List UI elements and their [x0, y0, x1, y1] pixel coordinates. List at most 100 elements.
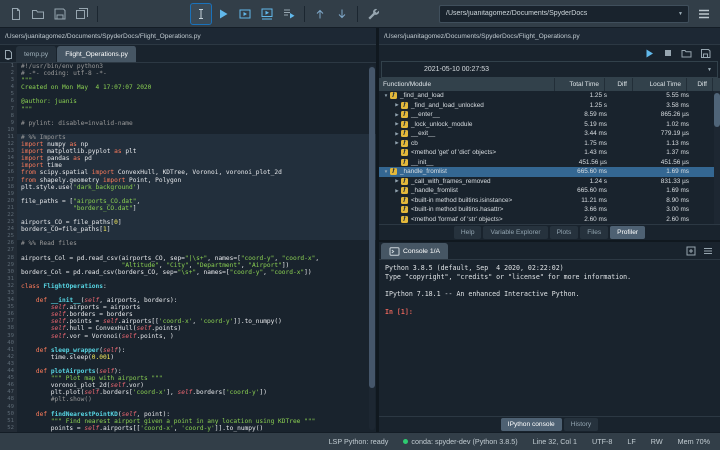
line-number[interactable]: 35 — [0, 304, 17, 312]
line-number[interactable]: 23 — [0, 219, 17, 227]
profile-run-button[interactable] — [644, 48, 655, 59]
code-line[interactable]: 25 — [0, 233, 376, 241]
code-line[interactable]: 11 # %% Imports — [0, 133, 376, 142]
code-line[interactable]: 10 — [0, 126, 376, 134]
run-cell-button[interactable] — [234, 3, 256, 25]
open-file-button[interactable] — [27, 3, 49, 25]
code-line[interactable]: 14 import pandas as pd — [0, 155, 376, 163]
profiler-row[interactable]: f_lock_unlock_module 5.19 ms 1.02 ms — [379, 120, 720, 130]
line-number[interactable]: 6 — [0, 98, 17, 106]
profiler-row[interactable]: f_handle_fromlist 665.60 ms 1.69 ms — [379, 167, 720, 177]
column-total-time[interactable]: Total Time — [555, 78, 605, 91]
tab-flight-operations-py[interactable]: Flight_Operations.py — [57, 46, 137, 62]
line-number[interactable]: 25 — [0, 233, 17, 241]
expand-arrow-icon[interactable] — [382, 169, 390, 174]
expand-arrow-icon[interactable] — [393, 140, 401, 146]
pane-tab-profiler[interactable]: Profiler — [610, 226, 646, 239]
code-line[interactable]: 6 @author: juanis — [0, 98, 376, 106]
pane-tab-files[interactable]: Files — [580, 226, 609, 239]
line-number[interactable]: 12 — [0, 141, 17, 149]
code-line[interactable]: 5 — [0, 91, 376, 99]
code-line[interactable]: 22 — [0, 211, 376, 220]
code-line[interactable]: 37 self.points = self.airports[['coord-x… — [0, 318, 376, 326]
code-line[interactable]: 2 # -*- coding: utf-8 -*- — [0, 70, 376, 78]
line-number[interactable]: 16 — [0, 169, 17, 177]
expand-arrow-icon[interactable] — [393, 112, 401, 118]
scrollbar-thumb[interactable] — [714, 93, 720, 127]
column-local-time[interactable]: Local Time — [633, 78, 687, 91]
pane-tab-ipython-console[interactable]: IPython console — [500, 418, 562, 431]
code-line[interactable]: 30 borders_Col = pd.read_csv(borders_CO, … — [0, 268, 376, 276]
profile-stop-button[interactable] — [663, 48, 673, 58]
code-line[interactable]: 20 file_paths = ["airports_CO.dat", — [0, 197, 376, 205]
line-number[interactable]: 50 — [0, 410, 17, 418]
code-line[interactable]: 15 import time — [0, 162, 376, 170]
code-line[interactable]: 4 Created on Mon May 4 17:07:07 2020 — [0, 84, 376, 92]
line-number[interactable]: 46 — [0, 382, 17, 390]
line-number[interactable]: 36 — [0, 311, 17, 319]
line-number[interactable]: 32 — [0, 282, 17, 290]
line-number[interactable]: 4 — [0, 84, 17, 92]
pane-tab-history[interactable]: History — [563, 418, 599, 431]
code-line[interactable]: 26 # %% Read files — [0, 240, 376, 248]
env-status[interactable]: conda: spyder-dev (Python 3.8.5) — [403, 437, 518, 446]
save-button[interactable] — [49, 3, 71, 25]
profiler-row[interactable]: fcb 1.75 ms 1.13 ms — [379, 139, 720, 149]
line-number[interactable]: 33 — [0, 290, 17, 298]
code-line[interactable]: 48 #plt.show() — [0, 396, 376, 404]
line-number[interactable]: 34 — [0, 297, 17, 305]
run-selection-button[interactable] — [278, 3, 300, 25]
line-number[interactable]: 5 — [0, 91, 17, 99]
code-line[interactable]: 17 from shapely.geometry import Point, Po… — [0, 176, 376, 184]
console-output[interactable]: Python 3.8.5 (default, Sep 4 2020, 02:22… — [379, 260, 720, 416]
profiler-file-path[interactable]: /Users/juanitagomez/Documents/SpyderDocs… — [379, 28, 720, 45]
profiler-row[interactable]: f_call_with_frames_removed 1.24 s 831.33 µ… — [379, 177, 720, 187]
line-number[interactable]: 31 — [0, 275, 17, 283]
expand-arrow-icon[interactable] — [393, 102, 401, 108]
run-cell-advance-button[interactable] — [256, 3, 278, 25]
profiler-row[interactable]: f __init__ 451.56 µs 451.56 µs — [379, 158, 720, 168]
code-line[interactable]: 42 time.sleep(0.001) — [0, 353, 376, 361]
line-number[interactable]: 7 — [0, 105, 17, 113]
editor-scrollbar[interactable] — [369, 65, 375, 430]
code-line[interactable]: 31 — [0, 275, 376, 283]
expand-arrow-icon[interactable] — [393, 178, 401, 184]
code-line[interactable]: 41 def sleep_wrapper(self): — [0, 346, 376, 354]
code-line[interactable]: 27 — [0, 247, 376, 255]
profile-open-button[interactable] — [681, 48, 692, 59]
line-number[interactable]: 2 — [0, 70, 17, 78]
code-line[interactable]: 9 # pylint: disable=invalid-name — [0, 119, 376, 127]
profiler-row[interactable]: f_handle_fromlist 665.60 ms 1.69 ms — [379, 186, 720, 196]
line-number[interactable]: 47 — [0, 389, 17, 397]
code-line[interactable]: 39 self.vor = Voronoi(self.points, ) — [0, 332, 376, 340]
line-number[interactable]: 11 — [0, 133, 17, 142]
options-menu-button[interactable] — [693, 3, 715, 25]
line-number[interactable]: 43 — [0, 360, 17, 369]
code-line[interactable]: 18 plt.style.use('dark_background') — [0, 183, 376, 191]
code-line[interactable]: 1 #!/usr/bin/env python3 — [0, 63, 376, 71]
line-number[interactable]: 28 — [0, 254, 17, 262]
line-number[interactable]: 8 — [0, 112, 17, 120]
line-number[interactable]: 51 — [0, 417, 17, 425]
code-line[interactable]: 46 voronoi_plot_2d(self.vor) — [0, 382, 376, 390]
code-line[interactable]: 45 """ Plot map with airports """ — [0, 375, 376, 383]
line-number[interactable]: 22 — [0, 211, 17, 220]
code-line[interactable]: 36 self.borders = borders — [0, 311, 376, 319]
code-line[interactable]: 21 "borders_CO.dat"] — [0, 204, 376, 212]
profiler-date-combo[interactable]: 2021-05-10 00:27:53 ▼ — [381, 61, 718, 78]
profile-save-button[interactable] — [700, 48, 711, 59]
code-line[interactable]: 52 points = self.airports[['coord-x', 'c… — [0, 424, 376, 432]
line-number[interactable]: 24 — [0, 226, 17, 234]
scrollbar-thumb[interactable] — [369, 67, 375, 389]
line-number[interactable]: 42 — [0, 353, 17, 361]
tab-temp-py[interactable]: temp.py — [16, 46, 58, 62]
new-file-button[interactable] — [5, 3, 27, 25]
code-editor[interactable]: 1 #!/usr/bin/env python3 2 # -*- coding: ut… — [0, 63, 376, 432]
code-line[interactable]: 12 import numpy as np — [0, 141, 376, 149]
line-number[interactable]: 41 — [0, 346, 17, 354]
code-line[interactable]: 44 def plotAirports(self): — [0, 368, 376, 376]
new-console-button[interactable] — [686, 246, 696, 256]
code-line[interactable]: 35 self.airports = airports — [0, 304, 376, 312]
line-number[interactable]: 37 — [0, 318, 17, 326]
column-diff-2[interactable]: Diff — [687, 78, 713, 91]
